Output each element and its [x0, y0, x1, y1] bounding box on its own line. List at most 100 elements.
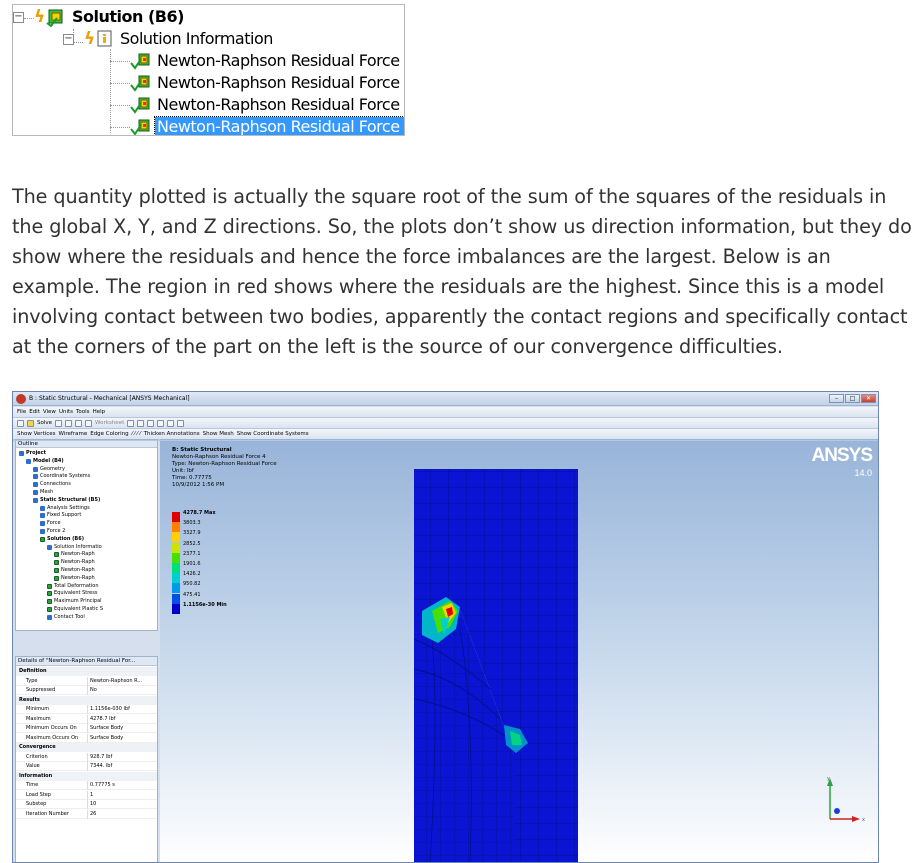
outline-item-solution-b6[interactable]: Solution (B6) [40, 536, 84, 543]
window-title: B : Static Structural - Mechanical [ANSY… [29, 395, 190, 402]
wireframe-button[interactable]: Wireframe [59, 431, 88, 437]
view-icon[interactable] [167, 419, 175, 427]
outline-item-newton-raph[interactable]: Newton-Raph [54, 559, 95, 566]
force-icon [40, 529, 45, 534]
show-vertices-button[interactable]: Show Vertices [17, 431, 56, 437]
details-value[interactable]: 1 [90, 791, 93, 800]
rotate-icon[interactable] [75, 419, 83, 427]
details-section-results[interactable]: Results [16, 695, 157, 705]
viewport-icon[interactable] [177, 419, 185, 427]
result-icon [47, 591, 52, 597]
menu-view[interactable]: View [43, 409, 56, 415]
outline-item-label: Total Deformation [54, 582, 99, 589]
help-icon[interactable] [17, 419, 24, 427]
details-key: Time [26, 781, 88, 790]
outline-item-project[interactable]: Project [19, 450, 46, 457]
solution-tree-screenshot: − ϟ Solution (B6) − ϟ Solution Informati… [12, 4, 405, 136]
edge-style-icon[interactable]: ⁄ ⁄ ⁄ ⁄ [132, 431, 141, 437]
tree-node-solution-information[interactable]: − ϟ Solution Information [63, 28, 275, 50]
solve-button[interactable]: Solve [37, 420, 52, 426]
details-value[interactable]: 4278.7 lbf [90, 715, 115, 724]
details-section-definition[interactable]: Definition [16, 667, 157, 676]
outline-item-label: Newton-Raph [61, 559, 95, 566]
details-value[interactable]: Surface Body [90, 734, 123, 743]
outline-item-label: Project [26, 450, 47, 456]
tree-label-result-2: Newton-Raphson Residual Force 2 [157, 73, 405, 92]
mesh-icon [33, 490, 38, 495]
details-value[interactable]: 0.77775 s [90, 781, 115, 790]
details-value[interactable]: 928.7 lbf [90, 753, 112, 762]
outline-item-total-deformation[interactable]: Total Deformation [47, 583, 99, 590]
outline-item-newton-raph[interactable]: Newton-Raph [54, 575, 95, 582]
details-value[interactable]: 26 [90, 810, 96, 819]
tree-node-result-3[interactable]: Newton-Raphson Residual Force 3 [130, 94, 404, 116]
menu-units[interactable]: Units [59, 409, 73, 415]
tree-node-solution[interactable]: − ϟ Solution (B6) [13, 6, 186, 28]
analysis-icon [33, 497, 38, 503]
outline-item-solution-informatio[interactable]: Solution Informatio [47, 544, 102, 551]
outline-item-connections[interactable]: Connections [33, 481, 71, 488]
lightning-bolt-icon[interactable] [27, 419, 34, 427]
window-titlebar: B : Static Structural - Mechanical [ANSY… [13, 392, 878, 406]
outline-item-equivalent-stress[interactable]: Equivalent Stress [47, 590, 97, 597]
details-value[interactable]: No [90, 686, 97, 695]
outline-item-force[interactable]: Force [40, 520, 61, 527]
zoom-fit-icon[interactable] [147, 419, 155, 427]
tree-label-result-4: Newton-Raphson Residual Force 4 [154, 116, 404, 135]
outline-item-contact-tool[interactable]: Contact Tool [47, 614, 85, 621]
details-value[interactable]: Surface Body [90, 724, 123, 733]
pan-icon[interactable] [85, 419, 93, 427]
new-analysis-icon[interactable] [55, 419, 63, 427]
model-icon [26, 458, 31, 464]
maximize-button[interactable]: □ [845, 394, 860, 403]
outline-item-geometry[interactable]: Geometry [33, 466, 65, 473]
outline-item-mesh[interactable]: Mesh [33, 489, 53, 496]
details-value[interactable]: 1.1156e-030 lbf [90, 705, 130, 714]
show-coordinate-systems-button[interactable]: Show Coordinate Systems [237, 431, 309, 437]
triad-y-label: y [827, 776, 830, 782]
details-key: Type [26, 676, 88, 686]
graphics-viewport[interactable]: B: Static Structural Newton-Raphson Resi… [160, 439, 879, 863]
probe-icon[interactable] [65, 419, 73, 427]
thicken-annotations-button[interactable]: Thicken Annotations [144, 431, 200, 437]
collapse-icon[interactable]: − [13, 11, 24, 23]
coordinate-triad: y x [827, 776, 865, 823]
details-section-convergence[interactable]: Convergence [16, 743, 157, 752]
menu-edit[interactable]: Edit [29, 409, 40, 415]
tree-node-result-1[interactable]: Newton-Raphson Residual Force [130, 50, 402, 72]
zoom-box-icon[interactable] [157, 419, 165, 427]
outline-item-maximum-principal[interactable]: Maximum Principal [47, 598, 102, 605]
outline-item-fixed-support[interactable]: Fixed Support [40, 512, 81, 519]
zoom-icon[interactable] [137, 419, 145, 427]
outline-item-equivalent-plastic-s[interactable]: Equivalent Plastic S [47, 606, 103, 613]
details-section-information[interactable]: Information [16, 771, 157, 781]
outline-item-force-2[interactable]: Force 2 [40, 528, 65, 535]
details-value[interactable]: Newton-Raphson R... [90, 677, 142, 686]
outline-item-coordinate-systems[interactable]: Coordinate Systems [33, 473, 90, 480]
menu-help[interactable]: Help [93, 409, 106, 415]
outline-item-newton-raph[interactable]: Newton-Raph [54, 551, 95, 558]
details-value[interactable]: 7344. lbf [90, 762, 112, 771]
outline-item-label: Contact Tool [54, 613, 85, 620]
menu-bar: File Edit View Units Tools Help [13, 407, 878, 418]
outline-item-newton-raph[interactable]: Newton-Raph [54, 567, 95, 574]
collapse-icon[interactable]: − [63, 33, 74, 45]
details-value[interactable]: 10 [90, 800, 96, 809]
select-icon[interactable] [127, 419, 135, 427]
outline-item-analysis-settings[interactable]: Analysis Settings [40, 505, 90, 512]
show-mesh-button[interactable]: Show Mesh [203, 431, 234, 437]
worksheet-button[interactable]: Worksheet [95, 420, 124, 426]
menu-file[interactable]: File [17, 409, 26, 415]
tree-node-result-2[interactable]: Newton-Raphson Residual Force 2 [130, 72, 405, 94]
details-key: Load Step [26, 790, 88, 800]
close-button[interactable]: ✕ [861, 394, 876, 403]
result-icon [47, 607, 52, 612]
outline-item-static-structural-b5[interactable]: Static Structural (B5) [33, 497, 100, 504]
outline-item-model-b4[interactable]: Model (B4) [26, 458, 64, 465]
fe-model[interactable] [160, 439, 879, 863]
menu-tools[interactable]: Tools [76, 409, 90, 415]
minimize-button[interactable]: – [829, 394, 844, 403]
edge-coloring-dropdown[interactable]: Edge Coloring [90, 431, 128, 437]
tree-node-result-4[interactable]: Newton-Raphson Residual Force 4 [130, 116, 404, 135]
details-row: Minimum 1.1156e-030 lbf [16, 705, 157, 714]
